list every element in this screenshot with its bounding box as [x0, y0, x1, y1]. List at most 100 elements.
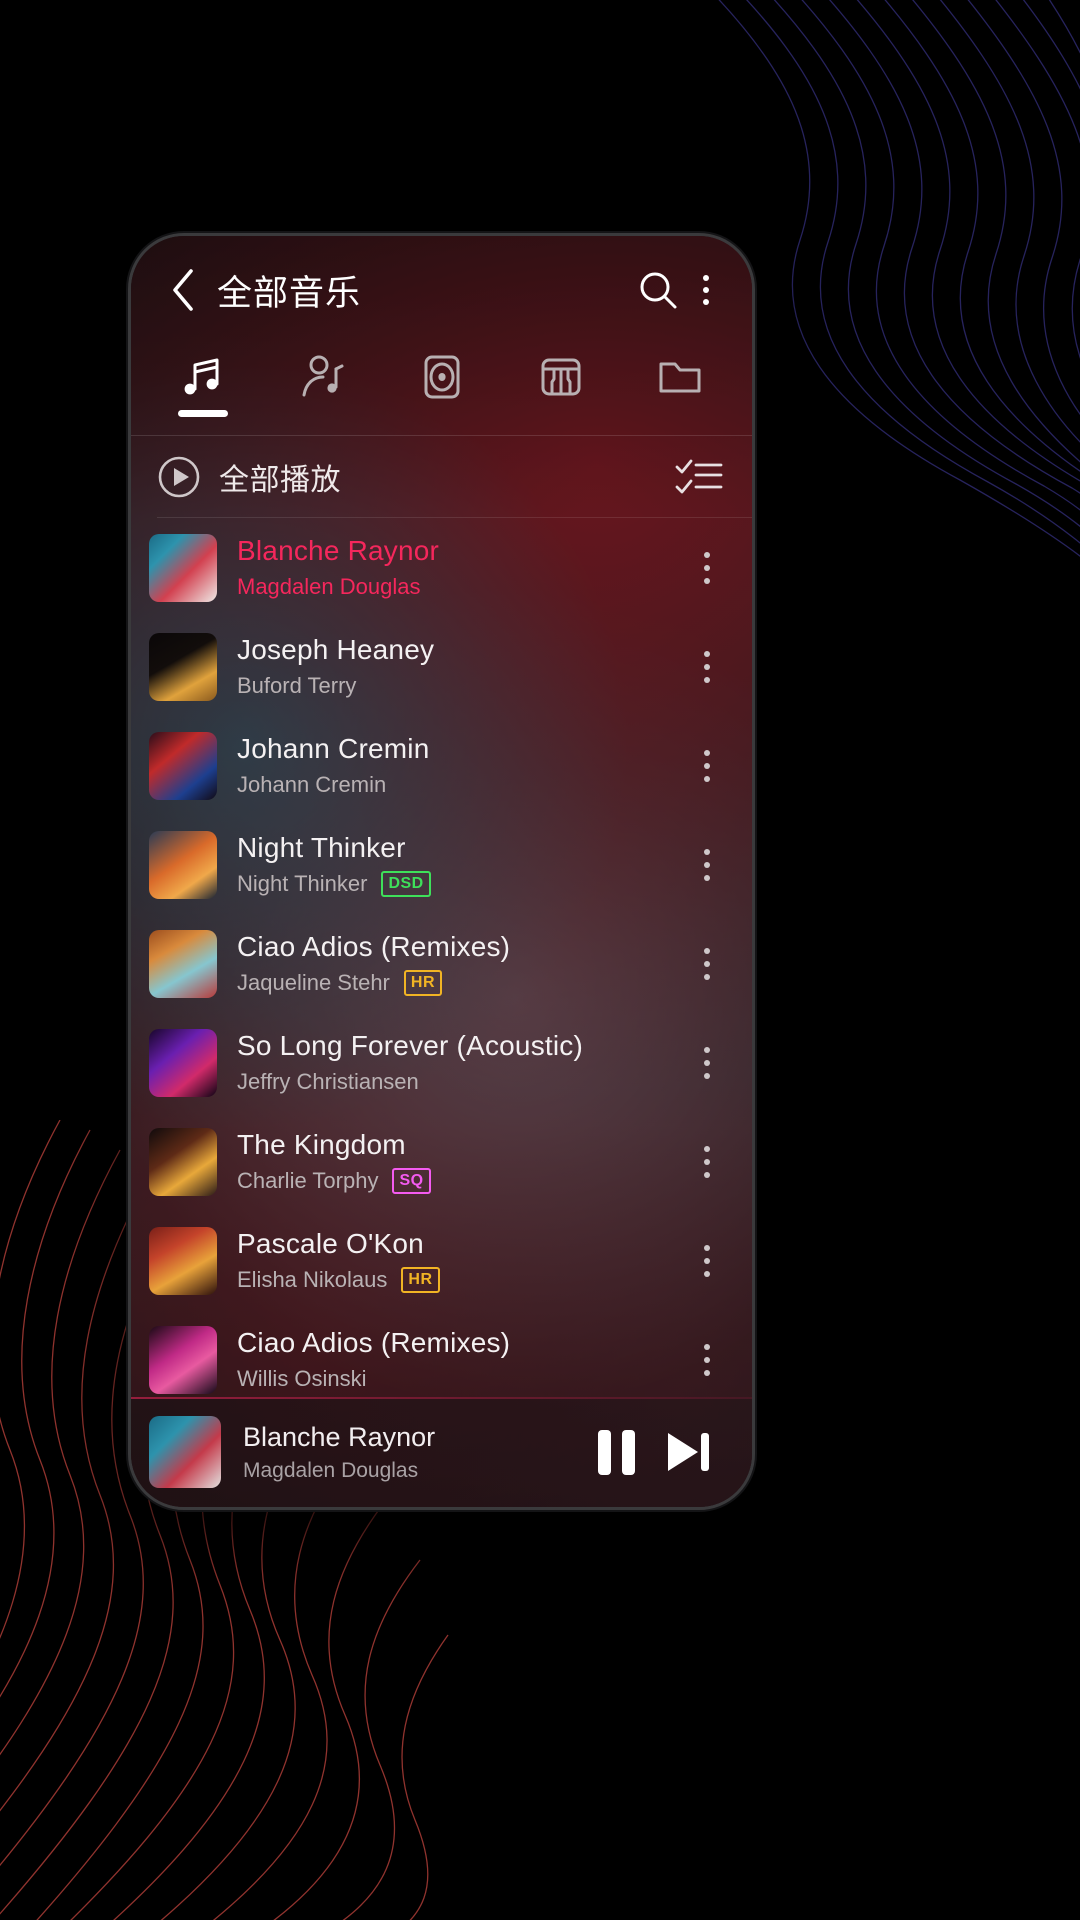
more-dot — [704, 1072, 710, 1079]
song-row[interactable]: Johann Cremin Johann Cremin — [131, 716, 752, 815]
play-all-label: 全部播放 — [219, 464, 341, 497]
song-artwork — [149, 731, 217, 800]
song-subtitle: Jeffry Christiansen — [237, 1069, 684, 1095]
song-more-options-button[interactable] — [684, 1125, 730, 1199]
song-subtitle: Night Thinker DSD — [237, 871, 684, 897]
more-dot — [704, 973, 710, 980]
play-circle-icon — [158, 456, 200, 498]
song-row[interactable]: Ciao Adios (Remixes) Jaqueline Stehr HR — [131, 914, 752, 1013]
song-row[interactable]: Pascale O'Kon Elisha Nikolaus HR — [131, 1211, 752, 1310]
song-meta: Joseph Heaney Buford Terry — [237, 634, 684, 699]
more-options-button[interactable] — [686, 262, 726, 318]
more-dot — [704, 762, 710, 769]
more-dot — [704, 1158, 710, 1165]
song-more-options-button[interactable] — [684, 828, 730, 902]
song-artwork — [149, 1226, 217, 1295]
song-more-options-button[interactable] — [684, 630, 730, 704]
song-artist: Charlie Torphy — [237, 1168, 379, 1193]
song-title: Ciao Adios (Remixes) — [237, 931, 511, 962]
more-dot — [704, 775, 710, 782]
song-title: Johann Cremin — [237, 733, 430, 764]
song-title: Night Thinker — [237, 832, 406, 863]
song-artwork — [149, 929, 217, 998]
checklist-icon — [675, 459, 723, 494]
song-artist: Buford Terry — [237, 673, 357, 698]
song-meta: Ciao Adios (Remixes) Willis Osinski — [237, 1327, 684, 1392]
back-button[interactable] — [157, 264, 209, 316]
phone-screen: 全部音乐 全部播放 Blanche Raynor Magdalen Dougla… — [131, 236, 752, 1507]
more-dot — [704, 1171, 710, 1178]
pause-icon — [597, 1429, 611, 1475]
music-note-icon — [184, 358, 219, 395]
multiselect-button[interactable] — [672, 450, 726, 504]
tab-folders-icon-wrap — [654, 350, 706, 404]
tab-albums[interactable] — [382, 344, 501, 417]
play-all-row: 全部播放 — [131, 436, 752, 518]
more-dot — [704, 1356, 710, 1363]
tab-folders[interactable] — [621, 344, 740, 417]
next-track-button[interactable] — [652, 1416, 724, 1488]
tab-songs[interactable] — [143, 344, 262, 417]
search-icon — [640, 272, 677, 309]
song-row[interactable]: Night Thinker Night Thinker DSD — [131, 815, 752, 914]
song-artwork — [149, 1127, 217, 1196]
song-more-options-button[interactable] — [684, 1323, 730, 1397]
song-subtitle: Buford Terry — [237, 673, 684, 699]
song-subtitle: Jaqueline Stehr HR — [237, 970, 684, 996]
more-dot — [703, 287, 709, 293]
more-dot — [703, 275, 709, 281]
more-dot — [704, 1257, 710, 1264]
song-meta: So Long Forever (Acoustic) Jeffry Christi… — [237, 1030, 684, 1095]
song-row[interactable]: Joseph Heaney Buford Terry — [131, 617, 752, 716]
phone-device-frame: 全部音乐 全部播放 Blanche Raynor Magdalen Dougla… — [128, 233, 755, 1510]
tab-active-indicator — [655, 410, 705, 417]
song-artist: Jeffry Christiansen — [237, 1069, 419, 1094]
app-top-bar: 全部音乐 — [131, 236, 752, 344]
tab-genres[interactable] — [501, 344, 620, 417]
song-row[interactable]: Blanche Raynor Magdalen Douglas — [131, 518, 752, 617]
song-subtitle: Charlie Torphy SQ — [237, 1168, 684, 1194]
tab-active-indicator — [297, 410, 347, 417]
more-dot — [704, 1046, 710, 1053]
song-more-options-button[interactable] — [684, 531, 730, 605]
song-subtitle: Elisha Nikolaus HR — [237, 1267, 684, 1293]
song-subtitle: Johann Cremin — [237, 772, 684, 798]
pause-button[interactable] — [580, 1416, 652, 1488]
more-dot — [703, 299, 709, 305]
quality-badge: DSD — [381, 871, 431, 897]
play-all-button[interactable]: 全部播放 — [157, 455, 341, 499]
mini-player-meta: Blanche Raynor Magdalen Douglas — [243, 1422, 580, 1483]
song-artwork — [149, 830, 217, 899]
album-disc-icon — [424, 355, 460, 399]
search-button[interactable] — [630, 262, 686, 318]
library-tab-bar — [131, 344, 752, 436]
song-row[interactable]: Ciao Adios (Remixes) Willis Osinski — [131, 1310, 752, 1397]
more-dot — [704, 1343, 710, 1350]
song-artist: Night Thinker — [237, 871, 368, 896]
tab-artists[interactable] — [262, 344, 381, 417]
chevron-left-icon — [173, 269, 193, 311]
song-title: Ciao Adios (Remixes) — [237, 1327, 511, 1358]
more-dot — [704, 663, 710, 670]
tab-active-indicator — [417, 410, 467, 417]
more-dot — [704, 1369, 710, 1376]
song-list[interactable]: Blanche Raynor Magdalen Douglas Joseph Hea… — [131, 518, 752, 1397]
song-artwork — [149, 533, 217, 602]
more-dot — [704, 577, 710, 584]
more-dot — [704, 874, 710, 881]
song-more-options-button[interactable] — [684, 1224, 730, 1298]
song-more-options-button[interactable] — [684, 927, 730, 1001]
song-meta: Pascale O'Kon Elisha Nikolaus HR — [237, 1228, 684, 1293]
song-title: So Long Forever (Acoustic) — [237, 1030, 584, 1061]
tab-genres-icon-wrap — [535, 350, 587, 404]
song-more-options-button[interactable] — [684, 1026, 730, 1100]
mini-player-title: Blanche Raynor — [243, 1421, 436, 1452]
song-more-options-button[interactable] — [684, 729, 730, 803]
song-title: The Kingdom — [237, 1129, 406, 1160]
pause-icon — [621, 1429, 635, 1475]
song-row[interactable]: The Kingdom Charlie Torphy SQ — [131, 1112, 752, 1211]
song-row[interactable]: So Long Forever (Acoustic) Jeffry Christi… — [131, 1013, 752, 1112]
more-dot — [704, 1270, 710, 1277]
mini-player-artwork[interactable] — [149, 1416, 221, 1488]
more-dot — [704, 861, 710, 868]
